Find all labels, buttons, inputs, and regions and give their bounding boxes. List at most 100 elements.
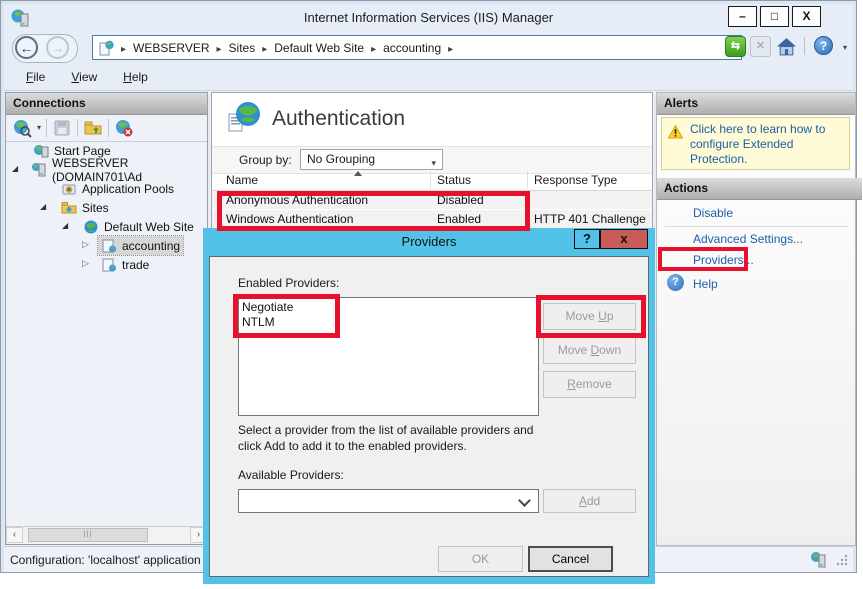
address-bar: ← → WEBSERVER Sites Default Web Site acc… (4, 31, 853, 64)
remove-button[interactable]: Remove (543, 371, 636, 398)
cell-status: Enabled (437, 212, 481, 226)
group-by-label: Group by: (239, 153, 292, 167)
stop-icon[interactable]: ✕ (750, 36, 771, 57)
expander-closed-icon[interactable] (82, 239, 89, 250)
minimize-button[interactable]: – (728, 6, 757, 27)
ok-button[interactable]: OK (438, 546, 523, 572)
tree-item-label: Sites (82, 201, 109, 215)
menu-help[interactable]: Help (123, 70, 148, 84)
tree-item-webserver[interactable]: WEBSERVER (DOMAIN701\Ad (6, 160, 207, 179)
breadcrumb-item-webserver[interactable]: WEBSERVER (133, 41, 209, 55)
status-text: Configuration: 'localhost' application (10, 553, 201, 567)
breadcrumb-separator-icon (371, 41, 376, 55)
save-icon[interactable] (52, 118, 72, 138)
add-button[interactable]: Add (543, 489, 636, 513)
table-row-anonymous-authentication[interactable]: Anonymous Authentication Disabled (212, 191, 652, 209)
breadcrumb-separator-icon (262, 41, 267, 55)
forward-button[interactable]: → (46, 36, 69, 59)
dialog-help-button[interactable]: ? (574, 229, 600, 249)
application-pools-icon (61, 181, 77, 197)
tree-item-label: Application Pools (82, 182, 174, 196)
maximize-button[interactable]: □ (760, 6, 789, 27)
action-help[interactable]: Help (693, 277, 718, 291)
action-advanced-settings[interactable]: Advanced Settings... (693, 232, 803, 246)
cancel-button[interactable]: Cancel (528, 546, 613, 572)
breadcrumb-item-sites[interactable]: Sites (229, 41, 256, 55)
breadcrumb[interactable]: WEBSERVER Sites Default Web Site account… (92, 35, 742, 60)
disconnect-icon[interactable] (114, 118, 134, 138)
breadcrumb-separator-icon (448, 41, 453, 55)
move-down-button[interactable]: Move Down (543, 337, 636, 364)
folder-up-icon[interactable] (83, 118, 103, 138)
dropdown-chevron-icon (518, 494, 531, 507)
available-providers-dropdown[interactable] (238, 489, 539, 513)
column-divider[interactable] (527, 171, 528, 189)
providers-dialog: Providers ? x Enabled Providers: Negotia… (203, 228, 655, 584)
window-titlebar[interactable]: Internet Information Services (IIS) Mana… (4, 4, 853, 31)
menu-file[interactable]: File (26, 70, 45, 84)
expander-open-icon[interactable] (12, 163, 18, 173)
connections-toolbar: ▾ (6, 114, 207, 142)
group-by-value: No Grouping (307, 152, 375, 166)
tree-item-application-pools[interactable]: Application Pools (6, 179, 207, 198)
tree-horizontal-scrollbar[interactable]: ‹ ||| › (6, 526, 207, 544)
action-providers[interactable]: Providers... (693, 253, 754, 267)
expander-open-icon[interactable] (62, 220, 68, 230)
scroll-left-icon[interactable]: ‹ (6, 527, 23, 543)
cell-name: Windows Authentication (226, 212, 353, 226)
tree-item-trade[interactable]: trade (6, 255, 207, 274)
tree-item-label: Default Web Site (104, 220, 194, 234)
move-up-button[interactable]: Move Up (543, 303, 636, 330)
tree-item-label: trade (122, 258, 149, 272)
action-disable[interactable]: Disable (693, 206, 733, 220)
breadcrumb-item-default-web-site[interactable]: Default Web Site (274, 41, 364, 55)
toolbar-divider (804, 37, 805, 55)
group-by-dropdown[interactable]: No Grouping ▾ (300, 149, 443, 170)
breadcrumb-separator-icon (217, 41, 222, 55)
sort-ascending-icon (354, 171, 362, 176)
column-header-response-type[interactable]: Response Type (534, 173, 617, 187)
provider-item-negotiate[interactable]: Negotiate (242, 300, 538, 315)
screenshot-root: Internet Information Services (IIS) Mana… (0, 0, 863, 589)
status-server-icon (810, 551, 827, 568)
actions-header: Actions (657, 178, 862, 200)
resize-grip-icon[interactable] (836, 553, 849, 566)
scrollbar-thumb[interactable]: ||| (28, 528, 148, 542)
enabled-providers-listbox[interactable]: Negotiate NTLM (238, 297, 539, 416)
toolbar-divider (46, 119, 47, 137)
toolbar-divider (108, 119, 109, 137)
connections-header: Connections (6, 93, 207, 115)
column-header-status[interactable]: Status (437, 173, 471, 187)
tree-item-default-web-site[interactable]: Default Web Site (6, 217, 207, 236)
alert-link[interactable]: Click here to learn how to configure Ext… (690, 122, 845, 167)
create-connection-icon[interactable] (12, 118, 32, 138)
warning-icon (668, 125, 683, 139)
column-divider[interactable] (430, 171, 431, 189)
back-button[interactable]: ← (15, 36, 38, 59)
home-icon[interactable] (776, 36, 797, 57)
expander-open-icon[interactable] (40, 201, 46, 211)
breadcrumb-item-accounting[interactable]: accounting (383, 41, 441, 55)
help-dropdown-caret-icon[interactable]: ▾ (843, 43, 847, 52)
instruction-text: Select a provider from the list of avail… (238, 422, 558, 454)
menu-bar: File View Help (4, 64, 853, 91)
provider-item-ntlm[interactable]: NTLM (242, 315, 538, 330)
menu-view[interactable]: View (71, 70, 97, 84)
application-icon (101, 238, 117, 254)
tree-item-accounting[interactable]: accounting (6, 236, 207, 255)
breadcrumb-site-icon (99, 40, 114, 56)
dialog-close-button[interactable]: x (600, 229, 648, 249)
window-title: Internet Information Services (IIS) Mana… (4, 10, 853, 25)
cell-name: Anonymous Authentication (226, 193, 368, 207)
expander-closed-icon[interactable] (82, 258, 89, 269)
table-row-windows-authentication[interactable]: Windows Authentication Enabled HTTP 401 … (212, 210, 652, 228)
help-icon[interactable]: ? (814, 36, 833, 55)
column-header-name[interactable]: Name (226, 173, 258, 187)
connections-panel: Connections ▾ (5, 92, 208, 545)
tree-item-sites[interactable]: Sites (6, 198, 207, 217)
table-header[interactable]: Name Status Response Type (212, 170, 652, 191)
application-icon (101, 257, 117, 273)
connection-dropdown-caret-icon[interactable]: ▾ (37, 123, 41, 132)
close-button[interactable]: X (792, 6, 821, 27)
refresh-icon[interactable]: ⇆ (725, 36, 746, 57)
